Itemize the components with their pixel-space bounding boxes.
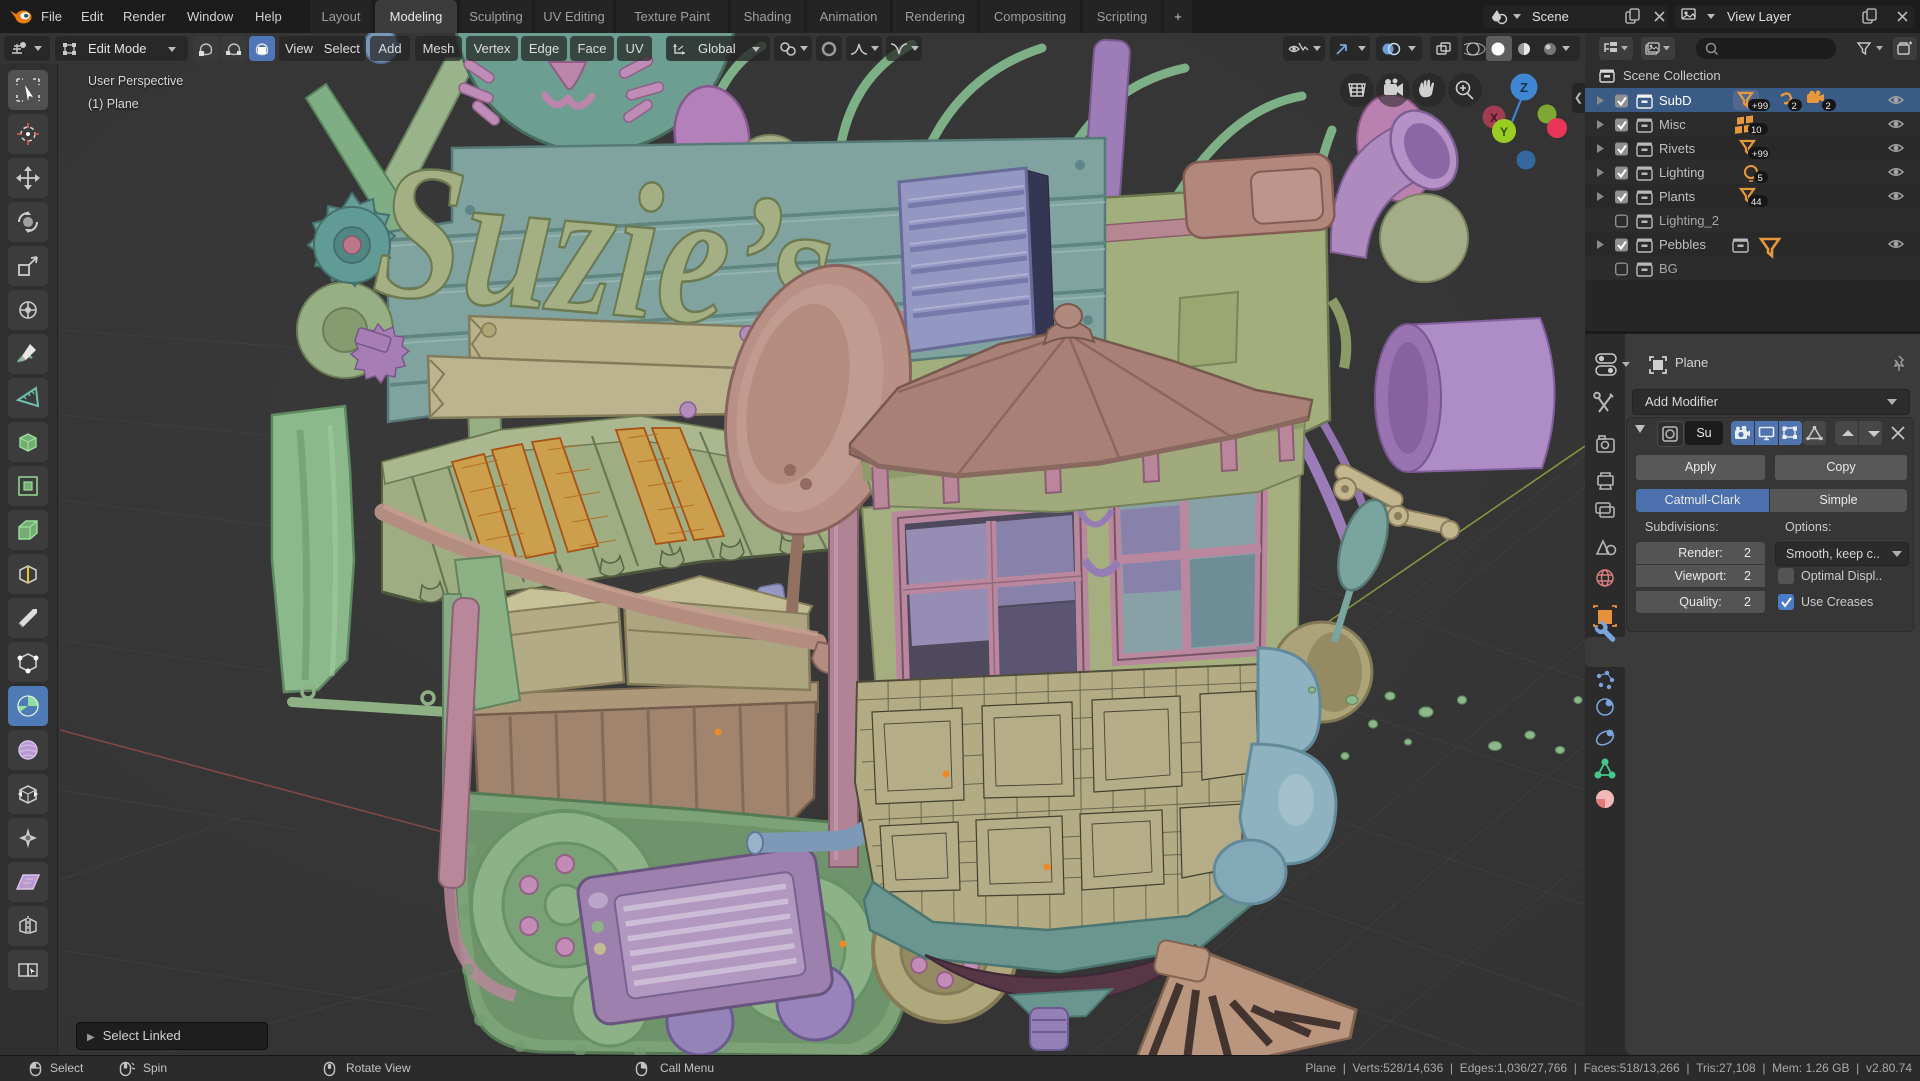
svg-text:Misc: Misc <box>1659 117 1686 132</box>
svg-text:44: 44 <box>1751 197 1762 208</box>
svg-text:10: 10 <box>1751 125 1762 136</box>
svg-text:+99: +99 <box>1752 149 1768 160</box>
svg-text:5: 5 <box>1758 173 1763 184</box>
svg-text:Rivets: Rivets <box>1659 141 1696 156</box>
svg-text:Lighting: Lighting <box>1659 165 1705 180</box>
svg-text:Z: Z <box>1520 80 1528 95</box>
svg-text:2: 2 <box>1792 101 1797 112</box>
svg-text:Plants: Plants <box>1659 189 1696 204</box>
svg-text:2: 2 <box>1826 101 1831 112</box>
svg-text:+99: +99 <box>1752 101 1768 112</box>
svg-text:BG: BG <box>1659 261 1678 276</box>
svg-text:SubD: SubD <box>1659 93 1692 108</box>
svg-text:Lighting_2: Lighting_2 <box>1659 213 1719 228</box>
svg-text:Y: Y <box>1500 125 1508 139</box>
svg-text:Pebbles: Pebbles <box>1659 237 1706 252</box>
